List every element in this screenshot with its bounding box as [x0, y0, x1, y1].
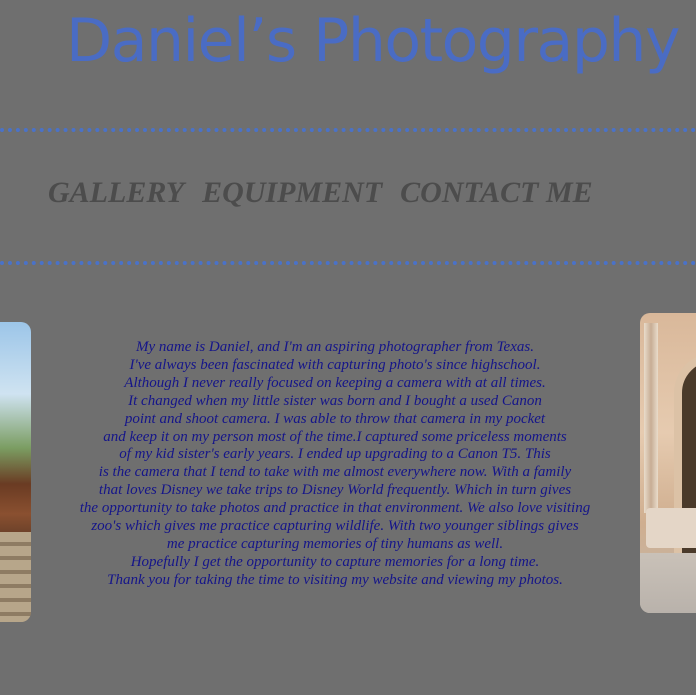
nav-contact-link[interactable]: CONTACT ME: [400, 176, 593, 210]
photo-fountain: [646, 508, 696, 548]
about-line: Hopefully I get the opportunity to captu…: [130, 553, 540, 570]
right-photo: [640, 313, 696, 613]
site-title: Daniel’s Photography: [66, 6, 680, 76]
about-line: I've always been fascinated with capturi…: [129, 356, 541, 373]
about-line: Although I never really focused on keepi…: [124, 374, 546, 391]
photo-ground: [640, 553, 696, 613]
photo-column: [644, 323, 658, 513]
top-divider: [0, 128, 696, 132]
about-line: and keep it on my person most of the tim…: [103, 428, 567, 445]
main-nav: GALLERY EQUIPMENT CONTACT ME: [48, 176, 593, 210]
nav-equipment-link[interactable]: EQUIPMENT: [202, 176, 382, 210]
about-line: Thank you for taking the time to visitin…: [107, 571, 563, 588]
about-line: that loves Disney we take trips to Disne…: [98, 482, 572, 499]
about-line: point and shoot camera. I was able to th…: [124, 410, 546, 427]
about-line: of my kid sister's early years. I ended …: [119, 446, 551, 463]
bottom-divider: [0, 261, 696, 265]
left-photo: [0, 322, 31, 622]
nav-gallery-link[interactable]: GALLERY: [48, 176, 184, 210]
about-line: It changed when my little sister was bor…: [128, 392, 542, 409]
about-line: the opportunity to take photos and pract…: [79, 500, 591, 517]
about-line: zoo's which gives me practice capturing …: [91, 518, 579, 535]
about-line: me practice capturing memories of tiny h…: [166, 535, 504, 552]
photo-stairs: [0, 532, 31, 622]
about-line: My name is Daniel, and I'm an aspiring p…: [136, 339, 534, 355]
about-line: is the camera that I tend to take with m…: [98, 464, 572, 481]
about-text: My name is Daniel, and I'm an aspiring p…: [50, 339, 620, 590]
